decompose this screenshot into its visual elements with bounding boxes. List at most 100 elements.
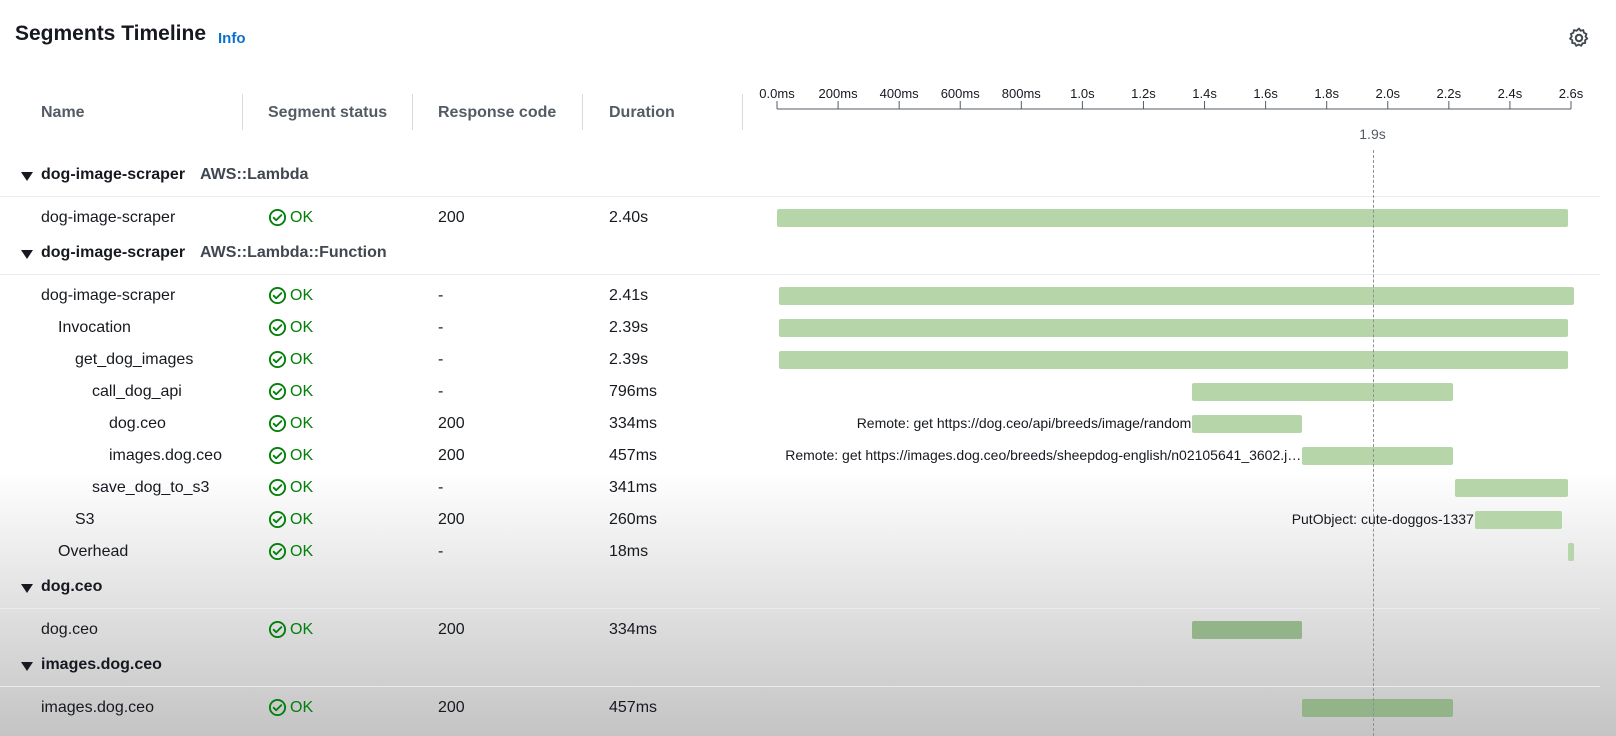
segment-row[interactable]: dog-image-scraper OK 200 2.40s — [0, 202, 1600, 234]
status-text: OK — [290, 542, 314, 560]
collapse-caret-icon[interactable] — [21, 172, 33, 181]
segment-row[interactable]: S3 OK 200 260ms PutObject: cute-doggos-1337 — [0, 504, 1600, 536]
segment-group-header[interactable]: dog-image-scraper AWS::Lambda::Function — [0, 234, 1600, 275]
response-code: - — [438, 351, 444, 368]
timeline-tick-label: 2.4s — [1497, 86, 1523, 101]
segment-timeline-bar[interactable] — [1302, 699, 1454, 717]
segment-timeline-bar[interactable] — [1192, 383, 1454, 401]
segment-row[interactable]: dog.ceo OK 200 334ms Remote: get https://dog… — [0, 408, 1600, 440]
segment-duration: 457ms — [609, 447, 658, 464]
timeline-tick-label: 1.4s — [1192, 86, 1217, 101]
segment-timeline-bar[interactable] — [1192, 621, 1303, 639]
collapse-caret-icon[interactable] — [21, 584, 33, 593]
status-ok-icon — [268, 318, 287, 337]
segment-name: Overhead — [58, 543, 129, 560]
segment-timeline-bar[interactable] — [778, 351, 1568, 369]
column-header-status[interactable]: Segment status — [268, 104, 387, 122]
column-header-response-code[interactable]: Response code — [438, 104, 556, 122]
segment-name: dog-image-scraper — [41, 287, 176, 304]
column-divider[interactable] — [742, 94, 743, 130]
segment-duration: 457ms — [609, 699, 658, 716]
segment-status: OK — [268, 510, 313, 529]
segment-duration: 260ms — [609, 511, 658, 528]
status-ok-icon — [268, 510, 287, 529]
segment-timeline-bar[interactable] — [1302, 447, 1454, 465]
status-text: OK — [290, 382, 314, 400]
segment-name: images.dog.ceo — [41, 699, 154, 716]
segment-timeline-bar[interactable] — [778, 287, 1575, 305]
settings-gear-icon[interactable] — [1567, 26, 1591, 50]
segment-row[interactable]: Overhead OK - 18ms — [0, 536, 1600, 568]
timeline-tick-label: 1.8s — [1314, 86, 1339, 101]
timeline-tick-label: 1.2s — [1131, 86, 1156, 101]
segment-status: OK — [268, 446, 313, 465]
collapse-caret-icon[interactable] — [21, 250, 33, 259]
segment-duration: 2.39s — [609, 319, 649, 336]
group-name: images.dog.ceo — [41, 656, 162, 673]
timeline-tick-label: 0.0ms — [759, 86, 795, 101]
segment-group-header[interactable]: dog.ceo — [0, 568, 1600, 609]
segment-status: OK — [268, 414, 313, 433]
segment-timeline-bar[interactable] — [777, 209, 1568, 227]
segment-group-header[interactable]: images.dog.ceo — [0, 646, 1600, 687]
timeline-tick-label: 2.6s — [1558, 86, 1584, 101]
segment-duration: 2.39s — [609, 351, 649, 368]
timeline-tick-label: 2.2s — [1436, 86, 1462, 101]
segment-row[interactable]: images.dog.ceo OK 200 457ms — [0, 692, 1600, 724]
segment-duration: 2.41s — [609, 287, 649, 304]
status-ok-icon — [268, 542, 287, 561]
collapse-caret-icon[interactable] — [21, 662, 33, 671]
column-divider[interactable] — [242, 94, 243, 130]
segment-row[interactable]: dog.ceo OK 200 334ms — [0, 614, 1600, 646]
column-header-duration[interactable]: Duration — [609, 104, 675, 122]
status-ok-icon — [268, 414, 287, 433]
segment-status: OK — [268, 318, 313, 337]
segment-status: OK — [268, 286, 313, 305]
segment-row[interactable]: images.dog.ceo OK 200 457ms Remote: get http… — [0, 440, 1600, 472]
segment-duration: 341ms — [609, 479, 658, 496]
status-text: OK — [290, 208, 314, 226]
status-text: OK — [290, 318, 314, 336]
segment-timeline-bar[interactable] — [1474, 511, 1562, 529]
segment-duration: 334ms — [609, 621, 658, 638]
column-divider[interactable] — [582, 94, 583, 130]
response-code: 200 — [438, 699, 465, 716]
response-code: 200 — [438, 209, 465, 226]
segment-status: OK — [268, 382, 313, 401]
segment-timeline-bar[interactable] — [778, 319, 1568, 337]
group-name: dog-image-scraper — [41, 244, 186, 261]
group-type: AWS::Lambda — [200, 166, 309, 183]
column-divider[interactable] — [412, 94, 413, 130]
segment-name: dog-image-scraper — [41, 209, 176, 226]
segment-duration: 334ms — [609, 415, 658, 432]
info-link[interactable]: Info — [218, 30, 246, 47]
timeline-tick-label: 2.0s — [1375, 86, 1401, 101]
segment-bar-label: PutObject: cute-doggos-1337 — [1291, 511, 1474, 527]
segment-timeline-bar[interactable] — [1192, 415, 1303, 433]
page-title: Segments Timeline — [15, 22, 207, 45]
cursor-time-label: 1.9s — [1359, 126, 1386, 142]
segment-row[interactable]: Invocation OK - 2.39s — [0, 312, 1600, 344]
response-code: 200 — [438, 511, 465, 528]
segment-group-header[interactable]: dog-image-scraper AWS::Lambda — [0, 156, 1600, 197]
status-text: OK — [290, 698, 314, 716]
segment-row[interactable]: call_dog_api OK - 796ms — [0, 376, 1600, 408]
segment-timeline-bar[interactable] — [1567, 543, 1575, 561]
status-ok-icon — [268, 208, 287, 227]
segment-status: OK — [268, 350, 313, 369]
segment-timeline-bar[interactable] — [1454, 479, 1568, 497]
segment-name: dog.ceo — [41, 621, 98, 638]
status-ok-icon — [268, 478, 287, 497]
status-text: OK — [290, 620, 314, 638]
status-text: OK — [290, 446, 314, 464]
status-text: OK — [290, 414, 314, 432]
segment-bar-label: Remote: get https://images.dog.ceo/breed… — [785, 447, 1302, 463]
timeline-tick-label: 400ms — [879, 86, 919, 101]
column-header-name[interactable]: Name — [41, 104, 85, 122]
segment-row[interactable]: save_dog_to_s3 OK - 341ms — [0, 472, 1600, 504]
segment-status: OK — [268, 478, 313, 497]
segment-row[interactable]: get_dog_images OK - 2.39s — [0, 344, 1600, 376]
response-code: - — [438, 383, 444, 400]
segment-row[interactable]: dog-image-scraper OK - 2.41s — [0, 280, 1600, 312]
segment-status: OK — [268, 620, 313, 639]
